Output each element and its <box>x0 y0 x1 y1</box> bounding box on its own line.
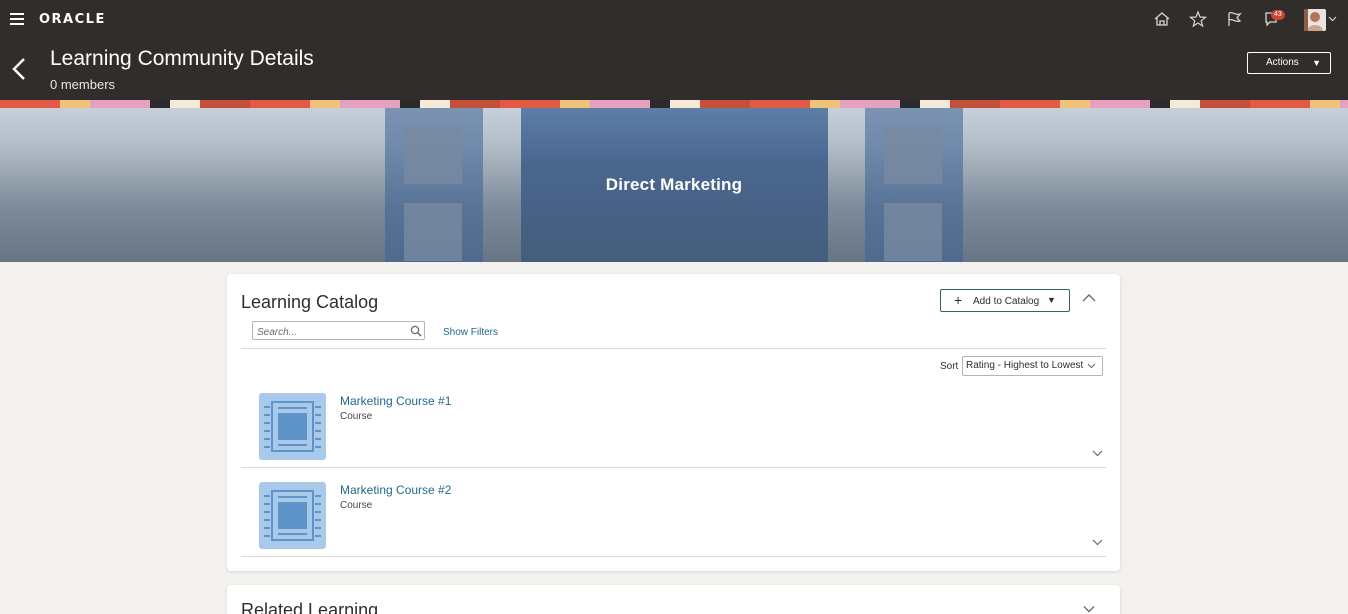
course-thumbnail[interactable] <box>259 482 326 549</box>
add-to-catalog-button[interactable]: + Add to Catalog ▼ <box>940 289 1070 312</box>
course-icon <box>264 490 321 541</box>
back-icon[interactable] <box>10 56 28 82</box>
menu-icon[interactable] <box>10 13 24 25</box>
star-icon[interactable] <box>1189 10 1207 28</box>
sort-value: Rating - Highest to Lowest <box>966 360 1084 371</box>
actions-button[interactable]: Actions ▼ <box>1247 52 1331 74</box>
search-input[interactable] <box>253 324 403 341</box>
add-to-catalog-label: Add to Catalog <box>973 296 1040 307</box>
course-title-link[interactable]: Marketing Course #2 <box>340 483 451 497</box>
actions-label: Actions <box>1266 57 1299 68</box>
course-thumbnail[interactable] <box>259 393 326 460</box>
global-header: ORACLE 43 Learning Community Details 0 m… <box>0 0 1348 100</box>
list-item: Marketing Course #1 Course <box>241 385 1106 474</box>
home-icon[interactable] <box>1153 10 1171 28</box>
divider <box>241 556 1106 557</box>
related-learning-title: Related Learning <box>241 600 379 614</box>
chevron-down-icon[interactable] <box>1328 14 1337 23</box>
caret-down-icon: ▼ <box>1312 58 1321 68</box>
chevron-up-icon[interactable] <box>1082 293 1096 303</box>
community-banner: Direct Marketing <box>0 108 1348 262</box>
decorative-stripe <box>0 100 1348 108</box>
page-title: Learning Community Details <box>50 47 314 70</box>
chevron-down-icon[interactable] <box>1083 605 1095 613</box>
course-title-link[interactable]: Marketing Course #1 <box>340 394 451 408</box>
notification-badge: 43 <box>1271 10 1285 20</box>
community-title: Direct Marketing <box>605 175 743 194</box>
catalog-search <box>252 321 425 341</box>
search-icon[interactable] <box>410 325 422 337</box>
learning-catalog-panel: Learning Catalog + Add to Catalog ▼ Show… <box>227 274 1120 571</box>
caret-down-icon: ▼ <box>1047 295 1056 305</box>
divider <box>241 467 1106 468</box>
course-type: Course <box>340 500 373 511</box>
catalog-title: Learning Catalog <box>241 292 379 312</box>
oracle-logo: ORACLE <box>39 12 106 27</box>
member-count: 0 members <box>50 77 116 92</box>
chevron-down-icon <box>1087 363 1096 369</box>
course-icon <box>264 401 321 452</box>
plus-icon: + <box>954 292 963 308</box>
sort-label: Sort <box>940 361 959 372</box>
related-learning-panel: Related Learning <box>227 585 1120 614</box>
show-filters-link[interactable]: Show Filters <box>443 327 498 338</box>
list-item: Marketing Course #2 Course <box>241 474 1106 563</box>
chevron-down-icon[interactable] <box>1092 538 1103 546</box>
course-type: Course <box>340 411 373 422</box>
user-avatar[interactable] <box>1304 9 1326 31</box>
sort-select[interactable]: Rating - Highest to Lowest <box>962 356 1103 376</box>
chevron-down-icon[interactable] <box>1092 449 1103 457</box>
divider <box>241 348 1106 349</box>
flag-icon[interactable] <box>1225 10 1243 28</box>
